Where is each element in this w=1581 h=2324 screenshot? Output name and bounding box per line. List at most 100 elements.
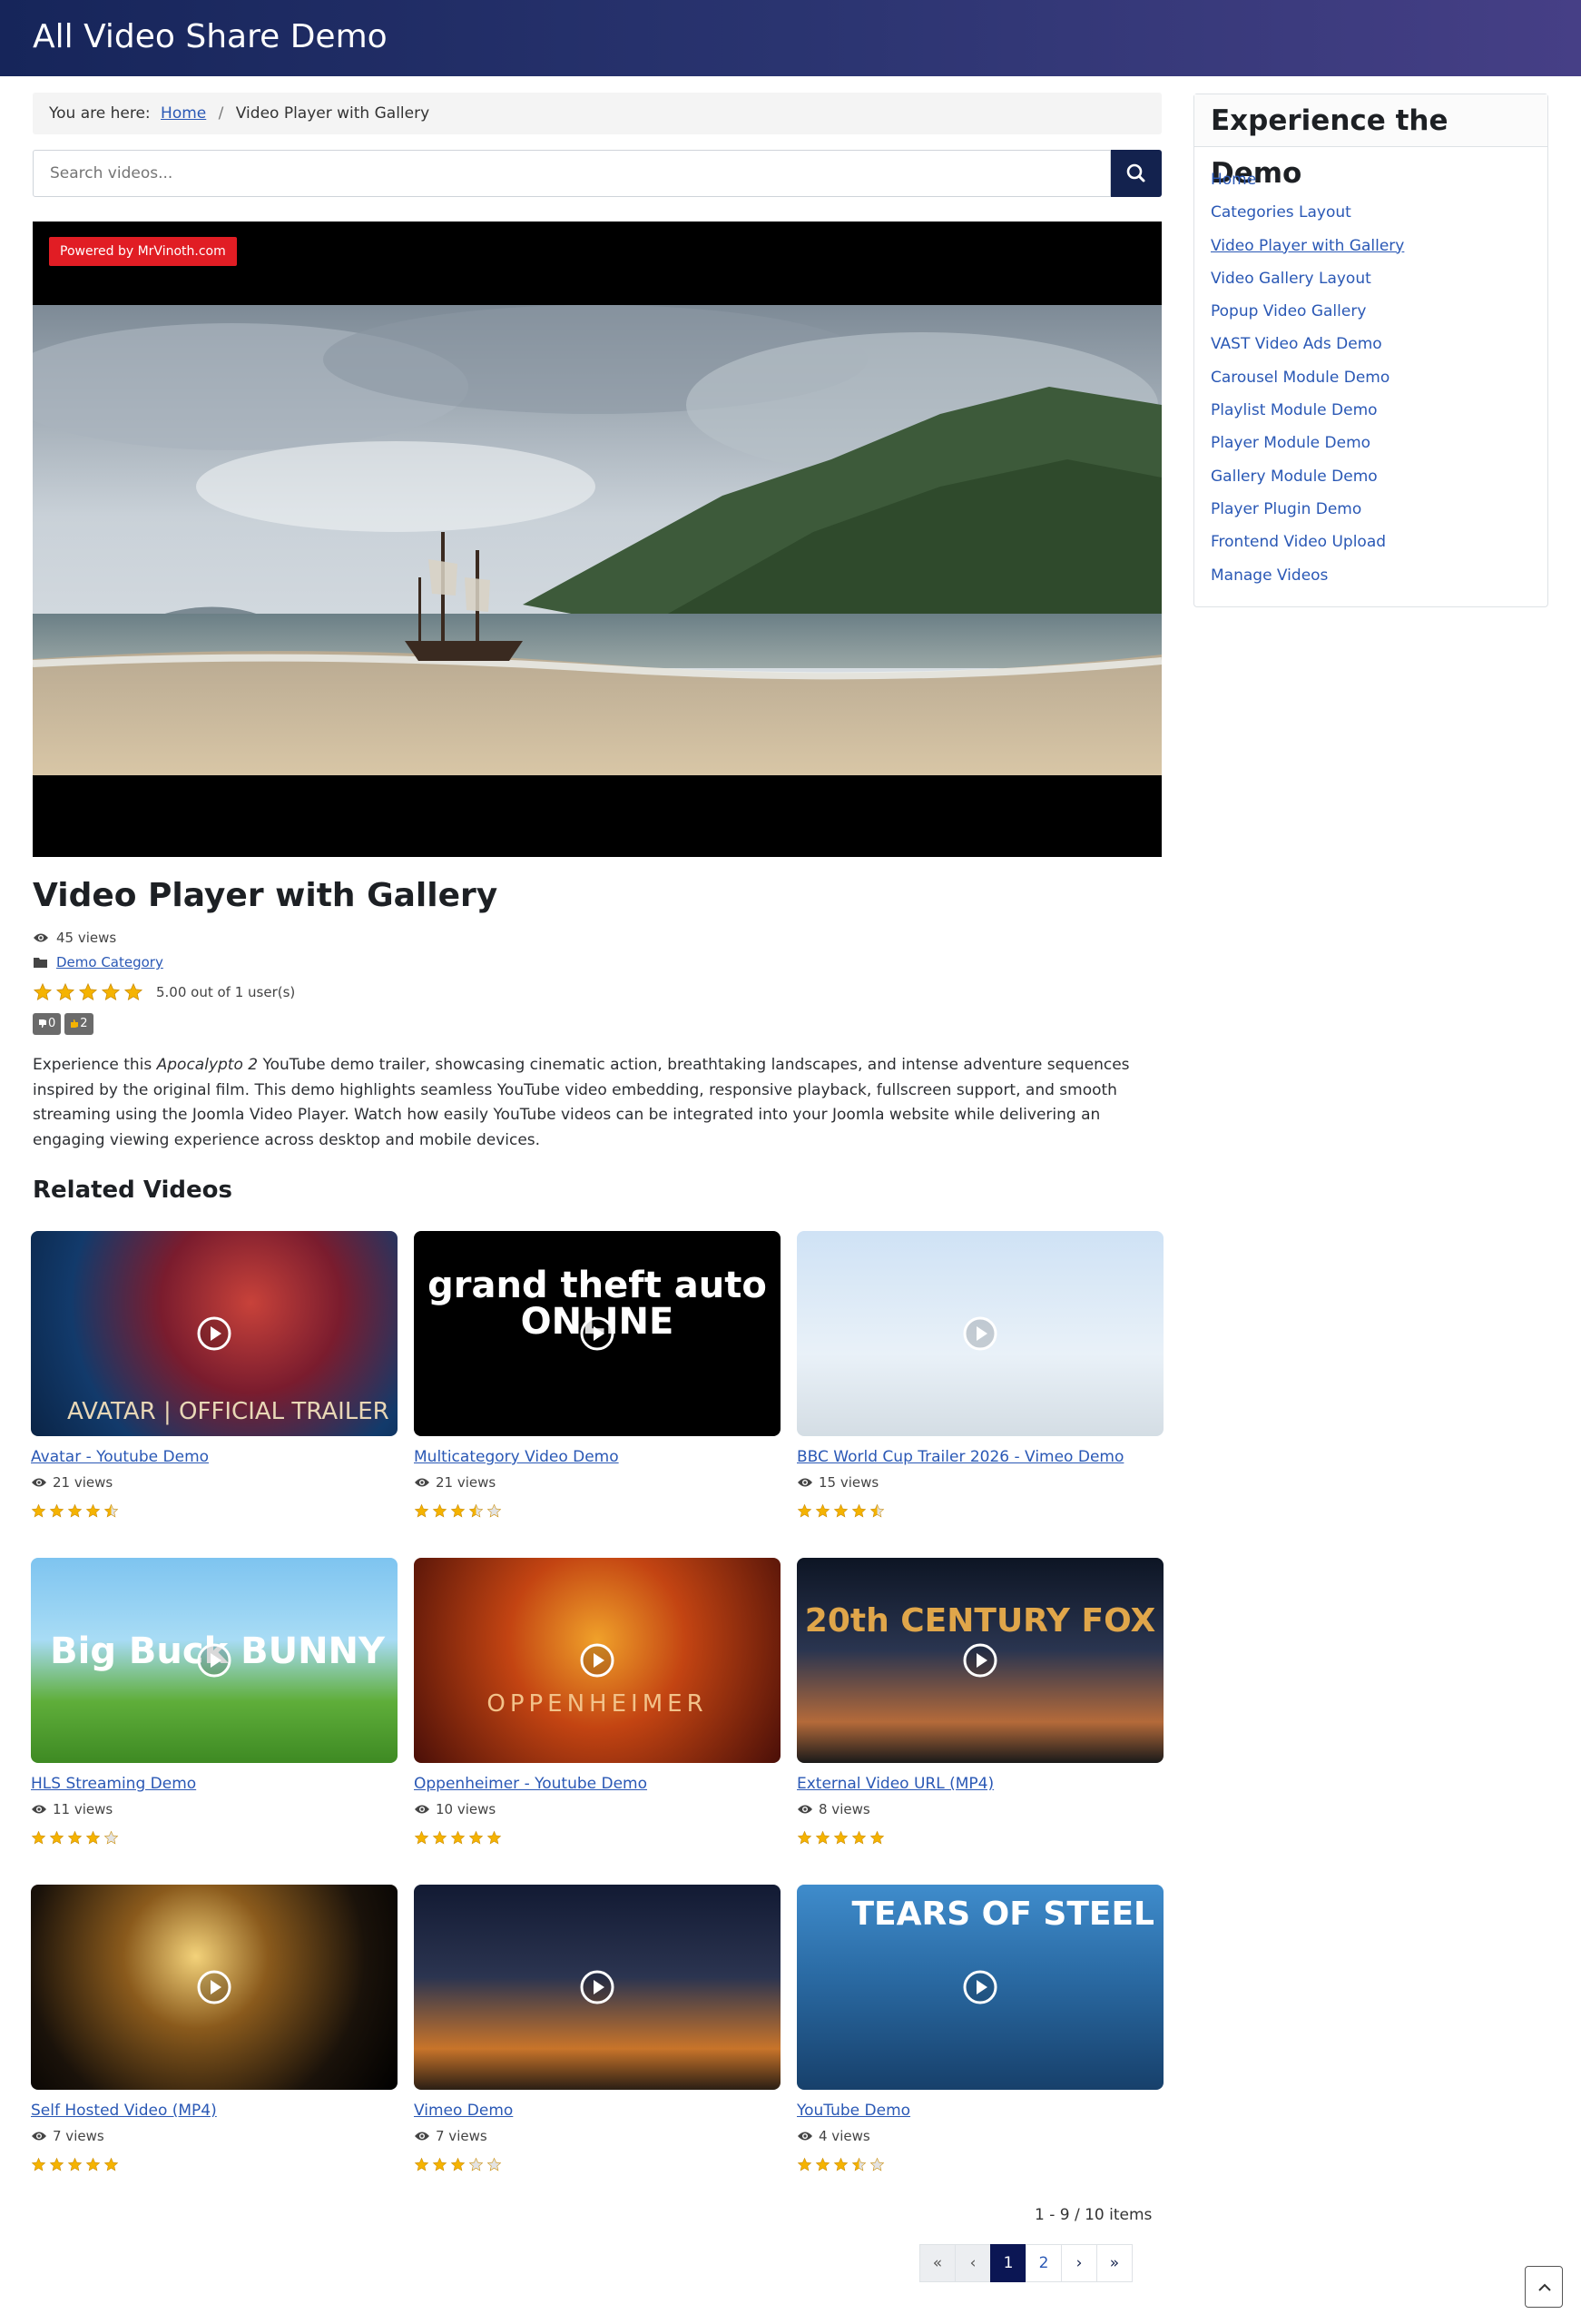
breadcrumb-prefix: You are here:	[49, 104, 151, 123]
related-video-card[interactable]: TEARS OF STEEL YouTube Demo 4 views	[797, 1885, 1164, 2184]
related-video-title[interactable]: HLS Streaming Demo	[31, 1775, 196, 1793]
related-video-views-text: 11 views	[53, 1801, 113, 1817]
related-video-card[interactable]: OPPENHEIMER Oppenheimer - Youtube Demo 10 …	[414, 1558, 781, 1857]
next-page-button[interactable]: ›	[1061, 2244, 1097, 2282]
related-video-title[interactable]: YouTube Demo	[797, 2102, 910, 2120]
play-icon[interactable]	[195, 1641, 233, 1679]
sidebar-item-popup-video-gallery[interactable]: Popup Video Gallery	[1211, 295, 1547, 328]
thumbs-down-icon	[39, 1019, 46, 1028]
related-video-rating	[31, 2157, 119, 2172]
pagination: « ‹ 1 2 › »	[919, 2244, 1133, 2282]
play-icon[interactable]	[961, 1641, 999, 1679]
sidebar-item-gallery-module-demo[interactable]: Gallery Module Demo	[1211, 460, 1547, 493]
related-video-rating	[797, 1830, 885, 1846]
video-thumbnail[interactable]: 20th CENTURY FOX	[797, 1558, 1164, 1763]
related-video-views: 7 views	[31, 2128, 104, 2144]
thumbnail-title-art: AVATAR | OFFICIAL TRAILER	[67, 1398, 389, 1425]
vote-buttons: 0 2	[33, 1013, 93, 1035]
page-1-button[interactable]: 1	[990, 2244, 1026, 2282]
related-video-card[interactable]: Self Hosted Video (MP4) 7 views	[31, 1885, 398, 2184]
eye-icon	[798, 2132, 812, 2141]
sidebar-item-player-module-demo[interactable]: Player Module Demo	[1211, 427, 1547, 459]
sidebar-item-player-plugin-demo[interactable]: Player Plugin Demo	[1211, 493, 1547, 526]
video-views: 45 views	[33, 930, 116, 946]
sidebar-item-frontend-video-upload[interactable]: Frontend Video Upload	[1211, 526, 1547, 558]
thumbnail-title-art: TEARS OF STEEL	[851, 1896, 1154, 1933]
search-button[interactable]	[1111, 150, 1162, 197]
play-icon[interactable]	[195, 1315, 233, 1353]
first-page-button[interactable]: «	[919, 2244, 956, 2282]
sidebar-item-playlist-module-demo[interactable]: Playlist Module Demo	[1211, 394, 1547, 427]
related-video-rating	[797, 2157, 885, 2172]
related-video-rating	[414, 1503, 502, 1519]
previous-page-button[interactable]: ‹	[955, 2244, 991, 2282]
back-to-top-button[interactable]	[1525, 2266, 1563, 2308]
related-video-rating	[414, 2157, 502, 2172]
related-video-views-text: 7 views	[53, 2128, 104, 2144]
dislike-button[interactable]: 0	[33, 1013, 62, 1035]
sidebar-heading: Experience the Demo	[1194, 94, 1547, 190]
last-page-button[interactable]: »	[1096, 2244, 1133, 2282]
video-thumbnail[interactable]: TEARS OF STEEL	[797, 1885, 1164, 2090]
related-video-rating	[31, 1830, 119, 1846]
video-thumbnail[interactable]	[797, 1231, 1164, 1436]
page-2-button[interactable]: 2	[1026, 2244, 1062, 2282]
chevron-up-icon	[1538, 2283, 1551, 2291]
video-thumbnail[interactable]: AVATAR | OFFICIAL TRAILER	[31, 1231, 398, 1436]
dislike-count: 0	[48, 1017, 56, 1030]
video-player[interactable]: Powered by MrVinoth.com	[33, 222, 1162, 857]
sidebar-item-video-player-with-gallery[interactable]: Video Player with Gallery	[1211, 230, 1547, 262]
breadcrumb-separator: /	[218, 104, 224, 123]
related-video-card[interactable]: Vimeo Demo 7 views	[414, 1885, 781, 2184]
play-icon[interactable]	[578, 1968, 616, 2006]
rating-text: 5.00 out of 1 user(s)	[156, 984, 296, 1000]
related-video-card[interactable]: grand theft auto ONLINE Multicategory Vid…	[414, 1231, 781, 1531]
breadcrumb: You are here: Home / Video Player with G…	[33, 93, 1162, 134]
sidebar-item-manage-videos[interactable]: Manage Videos	[1211, 559, 1547, 592]
site-brand[interactable]: All Video Share Demo	[33, 18, 388, 55]
related-video-card[interactable]: AVATAR | OFFICIAL TRAILER Avatar - Youtub…	[31, 1231, 398, 1531]
related-video-title[interactable]: Vimeo Demo	[414, 2102, 513, 2120]
video-thumbnail[interactable]: grand theft auto ONLINE	[414, 1231, 781, 1436]
sidebar-item-vast-video-ads-demo[interactable]: VAST Video Ads Demo	[1211, 328, 1547, 360]
video-thumbnail[interactable]	[31, 1885, 398, 2090]
related-video-rating	[31, 1503, 119, 1519]
related-video-title[interactable]: Self Hosted Video (MP4)	[31, 2102, 217, 2120]
video-title: Video Player with Gallery	[33, 877, 498, 914]
search-bar	[33, 150, 1162, 197]
eye-icon	[32, 1805, 46, 1814]
rating-stars[interactable]	[33, 982, 143, 1002]
eye-icon	[34, 933, 48, 942]
related-video-views: 11 views	[31, 1801, 113, 1817]
sidebar: Experience the Demo Home Categories Layou…	[1193, 94, 1548, 607]
video-thumbnail[interactable]	[414, 1885, 781, 2090]
play-icon[interactable]	[578, 1641, 616, 1679]
related-video-title[interactable]: External Video URL (MP4)	[797, 1775, 994, 1793]
like-button[interactable]: 2	[64, 1013, 93, 1035]
related-video-title[interactable]: Avatar - Youtube Demo	[31, 1448, 209, 1466]
related-video-title[interactable]: Oppenheimer - Youtube Demo	[414, 1775, 647, 1793]
breadcrumb-home-link[interactable]: Home	[161, 104, 206, 123]
related-video-views: 7 views	[414, 2128, 487, 2144]
related-video-title[interactable]: BBC World Cup Trailer 2026 - Vimeo Demo	[797, 1448, 1124, 1466]
related-video-card[interactable]: BBC World Cup Trailer 2026 - Vimeo Demo 1…	[797, 1231, 1164, 1531]
folder-icon	[34, 958, 47, 968]
video-thumbnail[interactable]: OPPENHEIMER	[414, 1558, 781, 1763]
powered-by-badge[interactable]: Powered by MrVinoth.com	[49, 237, 237, 266]
sidebar-item-categories-layout[interactable]: Categories Layout	[1211, 196, 1547, 229]
related-video-card[interactable]: 20th CENTURY FOX External Video URL (MP4)…	[797, 1558, 1164, 1857]
play-icon[interactable]	[961, 1315, 999, 1353]
related-video-title[interactable]: Multicategory Video Demo	[414, 1448, 619, 1466]
video-thumbnail[interactable]: Big Buck BUNNY	[31, 1558, 398, 1763]
sidebar-item-carousel-module-demo[interactable]: Carousel Module Demo	[1211, 361, 1547, 394]
sidebar-item-video-gallery-layout[interactable]: Video Gallery Layout	[1211, 262, 1547, 295]
related-video-card[interactable]: Big Buck BUNNY HLS Streaming Demo 11 views	[31, 1558, 398, 1857]
play-icon[interactable]	[578, 1315, 616, 1353]
related-video-views-text: 8 views	[819, 1801, 870, 1817]
play-icon[interactable]	[195, 1968, 233, 2006]
thumbnail-title-art: OPPENHEIMER	[486, 1690, 708, 1718]
search-input[interactable]	[33, 150, 1111, 197]
description-text-start: Experience this	[33, 1056, 157, 1074]
play-icon[interactable]	[961, 1968, 999, 2006]
video-category-link[interactable]: Demo Category	[56, 954, 163, 970]
